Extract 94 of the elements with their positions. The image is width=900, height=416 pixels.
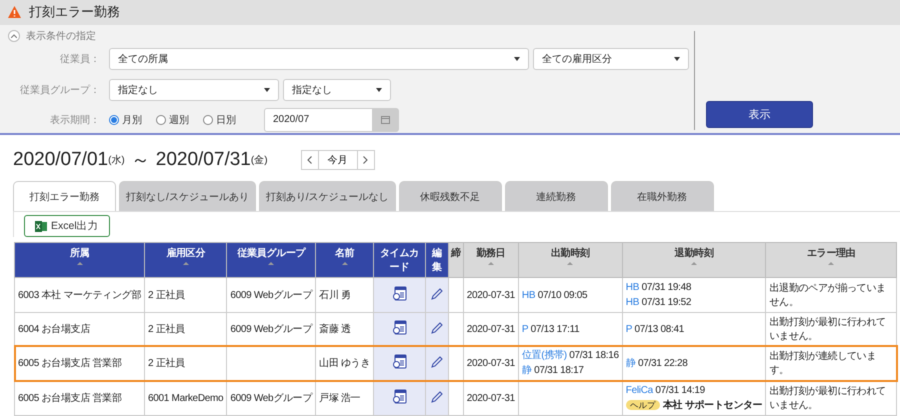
punch-time: HB 07/10 09:05 <box>522 288 588 302</box>
punch-time: HB 07/31 19:52 <box>626 296 692 310</box>
date-range-end: 2020/07/31 <box>156 148 251 170</box>
tab[interactable]: 打刻なし/スケジュールあり <box>119 181 256 211</box>
calendar-icon <box>381 115 390 124</box>
previous-button[interactable] <box>300 150 319 170</box>
column-header[interactable]: 所属 <box>14 242 145 278</box>
table-cell: 6005 お台場支店 営業部 <box>14 380 145 416</box>
collapse-toggle[interactable] <box>8 30 20 42</box>
punch-time: P 07/13 17:11 <box>522 322 580 336</box>
tab[interactable]: 在職外勤務 <box>610 181 714 211</box>
radio-option[interactable]: 月別 <box>109 112 142 127</box>
column-header[interactable]: 名前 <box>316 242 374 278</box>
table-cell: 2020-07-31 <box>463 312 518 346</box>
select-field[interactable]: 全ての所属 <box>109 48 529 70</box>
field-label: 表示期間： <box>49 114 100 127</box>
table-cell: 戸塚 浩一 <box>316 380 374 416</box>
tab[interactable]: 打刻あり/スケジュールなし <box>258 181 396 211</box>
excel-export-button[interactable]: Excel出力 <box>24 215 110 237</box>
date-field[interactable]: 2020/07 <box>264 108 372 132</box>
weekday-label: (水) <box>108 154 125 166</box>
warning-icon <box>8 6 21 18</box>
column-header: タイムカード <box>374 242 426 278</box>
help-tag: ヘルプ <box>626 400 660 410</box>
select-field[interactable]: 全ての雇用区分 <box>533 48 689 70</box>
punch-time: HB 07/31 19:48 <box>626 281 692 295</box>
table-cell: 6004 お台場支店 <box>14 312 145 346</box>
chevron-left-icon <box>307 156 312 164</box>
dropdown-arrow-icon <box>514 56 520 61</box>
table-cell: 山田 ゆうき <box>316 346 374 380</box>
pencil-icon[interactable] <box>430 286 444 300</box>
pencil-icon[interactable] <box>430 390 444 404</box>
punch-time: P 07/13 08:41 <box>626 322 686 336</box>
table-cell: 6001 MarkeDemo <box>144 380 227 416</box>
table-cell: 6003 本社 マーケティング部 <box>14 278 145 312</box>
punch-time: 静 07/31 22:28 <box>626 356 689 370</box>
table-cell: 6009 Webグループ <box>226 380 316 416</box>
chevron-up-icon <box>11 34 17 38</box>
weekday-label: (金) <box>250 154 268 166</box>
show-button[interactable]: 表示 <box>706 101 813 128</box>
next-button[interactable] <box>356 150 375 170</box>
table-cell: 6005 お台場支店 営業部 <box>14 346 145 380</box>
radio-option[interactable]: 週別 <box>156 112 189 127</box>
timecard-icon[interactable] <box>392 286 407 301</box>
column-header[interactable]: エラー理由 <box>766 242 896 278</box>
date-range-start: 2020/07/01 <box>13 148 108 170</box>
column-header[interactable]: 従業員グループ <box>226 242 316 278</box>
table-cell: 斎藤 透 <box>316 312 374 346</box>
tab[interactable]: 打刻エラー勤務 <box>13 181 116 211</box>
table-cell: 出勤打刻が最初に行われていません。 <box>766 312 896 346</box>
column-header[interactable]: 出勤時刻 <box>518 242 622 278</box>
help-location: 本社 サポートセンター <box>662 400 762 411</box>
timecard-icon[interactable] <box>392 389 407 404</box>
section-label: 表示条件の指定 <box>26 30 96 43</box>
current-month-button[interactable]: 今月 <box>318 150 358 170</box>
field-label: 従業員グループ： <box>19 84 100 97</box>
punch-time: 位置(携帯) 07/31 18:16 <box>522 348 619 363</box>
table-cell: 6009 Webグループ <box>226 278 316 312</box>
dropdown-arrow-icon <box>376 88 382 92</box>
table-cell: 2020-07-31 <box>463 380 518 416</box>
timecard-icon[interactable] <box>392 320 407 335</box>
column-header: 編集 <box>425 242 449 278</box>
pencil-icon[interactable] <box>430 354 444 368</box>
column-header[interactable]: 退勤時刻 <box>622 242 766 278</box>
punch-time: FeliCa 07/31 14:19 <box>626 384 706 398</box>
select-field[interactable]: 指定なし <box>109 78 279 101</box>
tab[interactable]: 休暇残数不足 <box>398 181 502 211</box>
tab[interactable]: 連続勤務 <box>504 181 608 211</box>
column-header: 締 <box>448 242 464 278</box>
table-cell: 2 正社員 <box>144 346 227 380</box>
select-field[interactable]: 指定なし <box>283 78 391 101</box>
table-cell: 出勤打刻が連続しています。 <box>766 346 896 380</box>
table-cell: 6009 Webグループ <box>226 312 316 346</box>
table-cell: 2 正社員 <box>144 278 227 312</box>
radio-option[interactable]: 日別 <box>203 112 236 127</box>
punch-time: 静 07/31 18:17 <box>522 364 585 378</box>
table-cell: 2020-07-31 <box>463 278 518 312</box>
spreadsheet-icon <box>35 220 47 232</box>
dropdown-arrow-icon <box>674 56 680 61</box>
pencil-icon[interactable] <box>430 320 444 334</box>
table-cell: 出勤打刻が最初に行われていません。 <box>766 380 896 416</box>
timecard-icon[interactable] <box>392 354 407 369</box>
table-cell: 出退勤のペアが揃っていません。 <box>766 278 896 312</box>
table-cell: 石川 勇 <box>316 278 374 312</box>
range-separator: ～ <box>130 148 150 172</box>
dropdown-arrow-icon <box>264 88 270 92</box>
page-title: 打刻エラー勤務 <box>29 3 120 22</box>
table-cell: 2 正社員 <box>144 312 227 346</box>
table-cell: 2020-07-31 <box>463 346 518 380</box>
column-header[interactable]: 雇用区分 <box>144 242 227 278</box>
calendar-button[interactable] <box>372 108 399 132</box>
chevron-right-icon <box>363 156 368 164</box>
field-label: 従業員： <box>59 52 100 66</box>
column-header[interactable]: 勤務日 <box>463 242 518 278</box>
